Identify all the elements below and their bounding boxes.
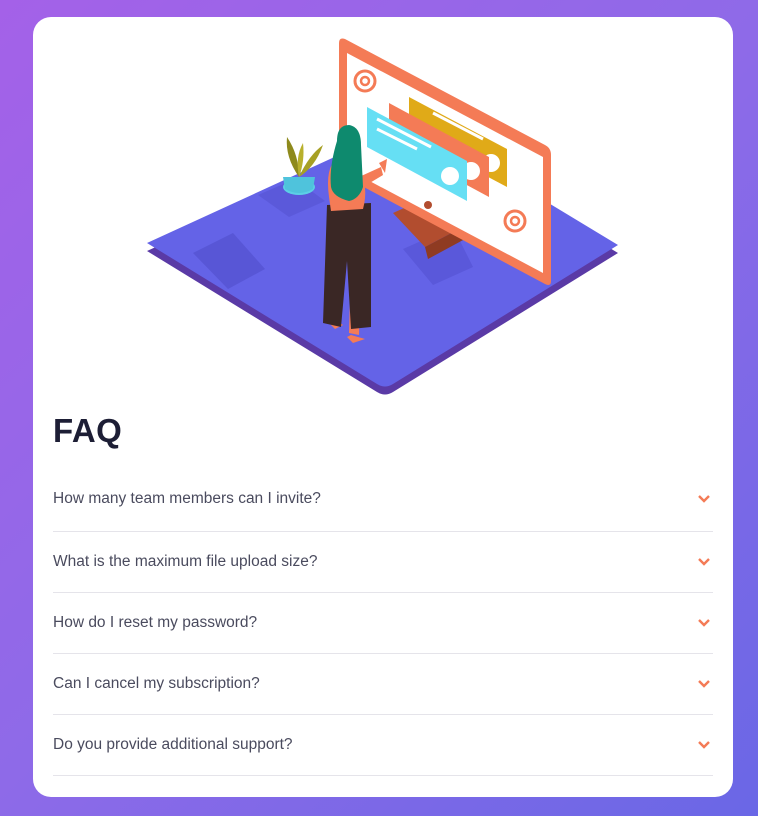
faq-question: How many team members can I invite?: [53, 490, 321, 507]
faq-question: How do I reset my password?: [53, 614, 258, 631]
faq-title: FAQ: [53, 412, 123, 449]
faq-item-team-members[interactable]: How many team members can I invite?: [53, 467, 713, 532]
chevron-down-icon[interactable]: [697, 618, 711, 628]
chevron-down-icon[interactable]: [697, 494, 711, 504]
chevron-down-icon[interactable]: [697, 679, 711, 689]
faq-item-additional-support[interactable]: Do you provide additional support?: [53, 715, 713, 776]
faq-item-cancel-subscription[interactable]: Can I cancel my subscription?: [53, 654, 713, 715]
hero-illustration: [147, 38, 618, 395]
chevron-down-icon[interactable]: [697, 557, 711, 567]
faq-item-reset-password[interactable]: How do I reset my password?: [53, 593, 713, 654]
faq-card: FAQ How many team members can I invite? …: [33, 17, 733, 797]
faq-item-upload-size[interactable]: What is the maximum file upload size?: [53, 532, 713, 593]
faq-question: What is the maximum file upload size?: [53, 553, 318, 570]
chevron-down-icon[interactable]: [697, 740, 711, 750]
faq-question: Do you provide additional support?: [53, 736, 293, 753]
faq-question: Can I cancel my subscription?: [53, 675, 260, 692]
faq-list: How many team members can I invite? What…: [53, 467, 713, 776]
